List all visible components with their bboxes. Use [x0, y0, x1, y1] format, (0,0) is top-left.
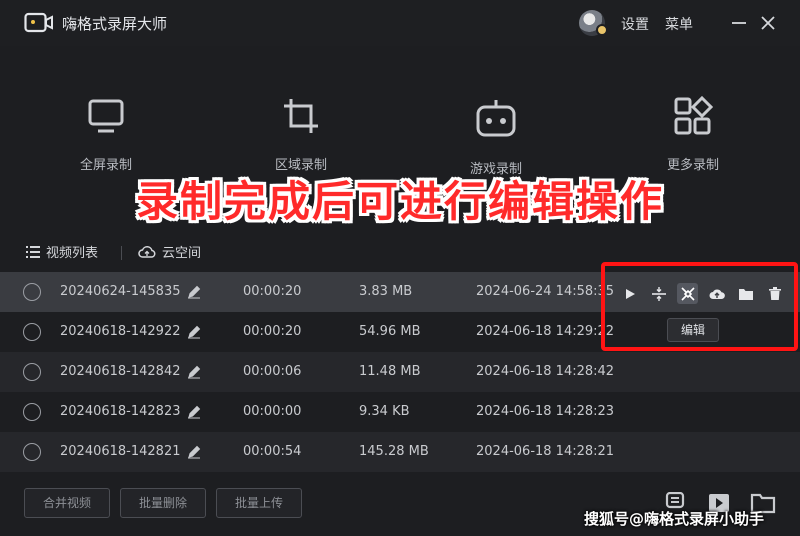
duration: 00:00:20 [243, 324, 302, 339]
created-date: 2024-06-18 14:28:23 [476, 404, 615, 419]
created-date: 2024-06-18 14:28:42 [476, 364, 615, 379]
settings-button[interactable]: 设置 [621, 14, 649, 34]
table-row[interactable]: 20240618-142842 00:00:06 11.48 MB 2024-0… [0, 352, 800, 392]
file-size: 145.28 MB [359, 444, 429, 459]
rename-pencil-icon[interactable] [187, 445, 201, 459]
tab-video-list[interactable]: 视频列表 [26, 242, 98, 261]
file-size: 54.96 MB [359, 324, 421, 339]
minimize-icon[interactable] [726, 10, 752, 36]
table-row[interactable]: 20240618-142821 00:00:54 145.28 MB 2024-… [0, 432, 800, 472]
tab-label: 视频列表 [46, 246, 99, 261]
divider [121, 246, 122, 260]
rename-pencil-icon[interactable] [187, 285, 201, 299]
list-icon [26, 245, 40, 258]
tab-cloud[interactable]: 云空间 [138, 242, 201, 261]
table-row[interactable]: 20240618-142823 00:00:00 9.34 KB 2024-06… [0, 392, 800, 432]
overlay-caption: 录制完成后可进行编辑操作 [135, 177, 664, 226]
select-radio[interactable] [23, 283, 41, 301]
file-name: 20240618-142823 [60, 404, 181, 419]
menu-button[interactable]: 菜单 [665, 14, 693, 34]
created-date: 2024-06-18 14:29:22 [476, 324, 615, 339]
file-size: 3.83 MB [359, 284, 413, 299]
select-radio[interactable] [23, 363, 41, 381]
batch-delete-button[interactable]: 批量删除 [120, 488, 206, 518]
file-size: 11.48 MB [359, 364, 421, 379]
select-radio[interactable] [23, 403, 41, 421]
file-name: 20240618-142922 [60, 324, 181, 339]
created-date: 2024-06-18 14:28:21 [476, 444, 615, 459]
title-bar: 嗨格式录屏大师 设置 菜单 [0, 0, 800, 46]
duration: 00:00:06 [243, 364, 302, 379]
select-radio[interactable] [23, 443, 41, 461]
mode-more[interactable]: 更多录制 [633, 96, 753, 173]
app-title: 嗨格式录屏大师 [62, 15, 168, 33]
watermark: 搜狐号@嗨格式录屏小助手 [584, 510, 765, 528]
cloud-icon [138, 245, 156, 258]
rename-pencil-icon[interactable] [187, 365, 201, 379]
crop-icon [284, 99, 318, 133]
file-name: 20240624-145835 [60, 284, 181, 299]
batch-upload-button[interactable]: 批量上传 [216, 488, 302, 518]
mode-region[interactable]: 区域录制 [241, 96, 361, 173]
vip-badge-icon [596, 24, 608, 36]
gamepad-icon [476, 100, 516, 137]
select-radio[interactable] [23, 323, 41, 341]
duration: 00:00:20 [243, 284, 302, 299]
file-name: 20240618-142842 [60, 364, 181, 379]
mode-fullscreen[interactable]: 全屏录制 [46, 96, 166, 173]
duration: 00:00:00 [243, 404, 302, 419]
close-icon[interactable] [755, 10, 781, 36]
highlight-annotation [601, 262, 798, 351]
camera-logo-icon [24, 12, 53, 33]
mode-game[interactable]: 游戏录制 [436, 96, 556, 177]
monitor-icon [88, 99, 124, 133]
file-size: 9.34 KB [359, 404, 410, 419]
duration: 00:00:54 [243, 444, 302, 459]
grid-more-icon [674, 96, 713, 135]
rename-pencil-icon[interactable] [187, 325, 201, 339]
rename-pencil-icon[interactable] [187, 405, 201, 419]
tab-label: 云空间 [162, 246, 202, 261]
merge-video-button[interactable]: 合并视频 [24, 488, 110, 518]
file-name: 20240618-142821 [60, 444, 181, 459]
created-date: 2024-06-24 14:58:35 [476, 284, 615, 299]
